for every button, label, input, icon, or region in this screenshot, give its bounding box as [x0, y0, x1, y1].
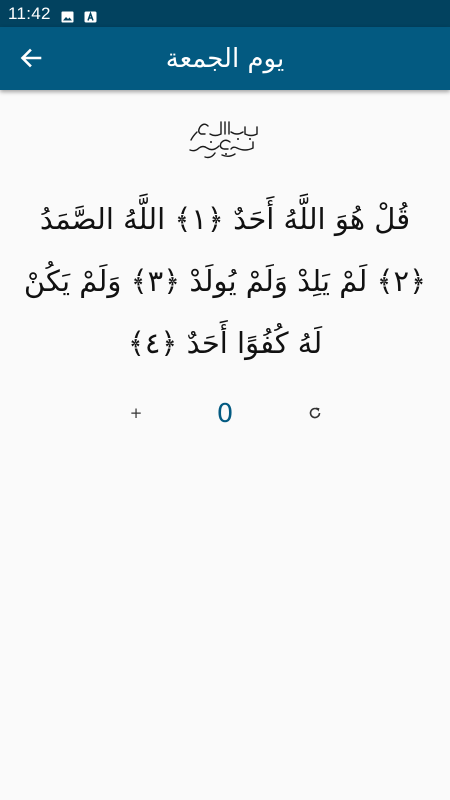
refresh-icon	[308, 405, 322, 424]
a-badge-icon	[84, 8, 97, 22]
basmala-calligraphy	[175, 118, 275, 162]
status-time: 11:42	[8, 3, 51, 23]
reset-button[interactable]	[302, 401, 328, 427]
image-icon	[61, 8, 74, 22]
app-bar: يوم الجمعة	[0, 27, 450, 90]
status-bar: 11:42	[0, 0, 450, 27]
increment-button[interactable]: +	[122, 399, 150, 427]
surah-text: قُلْ هُوَ اللَّهُ أَحَدٌ ﴿١﴾ اللَّهُ الص…	[23, 202, 427, 360]
page-title: يوم الجمعة	[165, 44, 285, 74]
counter-row: + 0	[0, 395, 450, 435]
counter-value: 0	[216, 399, 234, 429]
